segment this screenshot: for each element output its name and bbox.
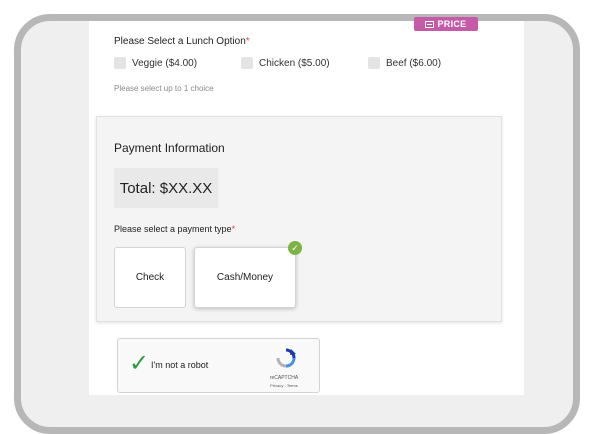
selected-check-icon: ✓ xyxy=(288,241,302,255)
payment-type-cash[interactable]: Cash/Money xyxy=(194,247,296,308)
chicken-label: Chicken ($5.00) xyxy=(259,57,330,69)
beef-checkbox[interactable] xyxy=(368,57,380,69)
lunch-hint: Please select up to 1 choice xyxy=(114,84,214,93)
price-badge-label: PRICE xyxy=(437,19,467,29)
recaptcha-label: I'm not a robot xyxy=(151,360,209,370)
price-icon xyxy=(425,20,435,28)
lunch-option-beef[interactable]: Beef ($6.00) xyxy=(368,57,441,69)
recaptcha-brand: reCAPTCHA xyxy=(269,375,299,381)
recaptcha-logo-icon xyxy=(276,348,296,368)
total-display: Total: $XX.XX xyxy=(114,168,218,208)
required-mark: * xyxy=(245,36,250,47)
payment-type-label-text: Please select a payment type xyxy=(114,224,232,234)
lunch-option-veggie[interactable]: Veggie ($4.00) xyxy=(114,57,197,69)
recaptcha-widget[interactable]: ✓ I'm not a robot reCAPTCHA Privacy - Te… xyxy=(117,338,320,393)
required-mark: * xyxy=(231,224,236,234)
payment-type-check[interactable]: Check xyxy=(114,247,186,308)
payment-type-cash-label: Cash/Money xyxy=(216,272,274,283)
veggie-label: Veggie ($4.00) xyxy=(132,57,198,69)
price-badge: PRICE xyxy=(414,17,478,31)
payment-type-check-label: Check xyxy=(135,272,165,283)
lunch-title-text: Please Select a Lunch Option xyxy=(114,36,246,47)
payment-title: Payment Information xyxy=(114,141,225,155)
beef-label: Beef ($6.00) xyxy=(386,57,442,69)
lunch-title: Please Select a Lunch Option* xyxy=(114,36,250,47)
recaptcha-checkmark-icon[interactable]: ✓ xyxy=(129,352,149,376)
veggie-checkbox[interactable] xyxy=(114,57,126,69)
lunch-option-chicken[interactable]: Chicken ($5.00) xyxy=(241,57,330,69)
recaptcha-links[interactable]: Privacy - Terms xyxy=(254,383,314,388)
chicken-checkbox[interactable] xyxy=(241,57,253,69)
payment-type-label: Please select a payment type* xyxy=(114,224,235,234)
